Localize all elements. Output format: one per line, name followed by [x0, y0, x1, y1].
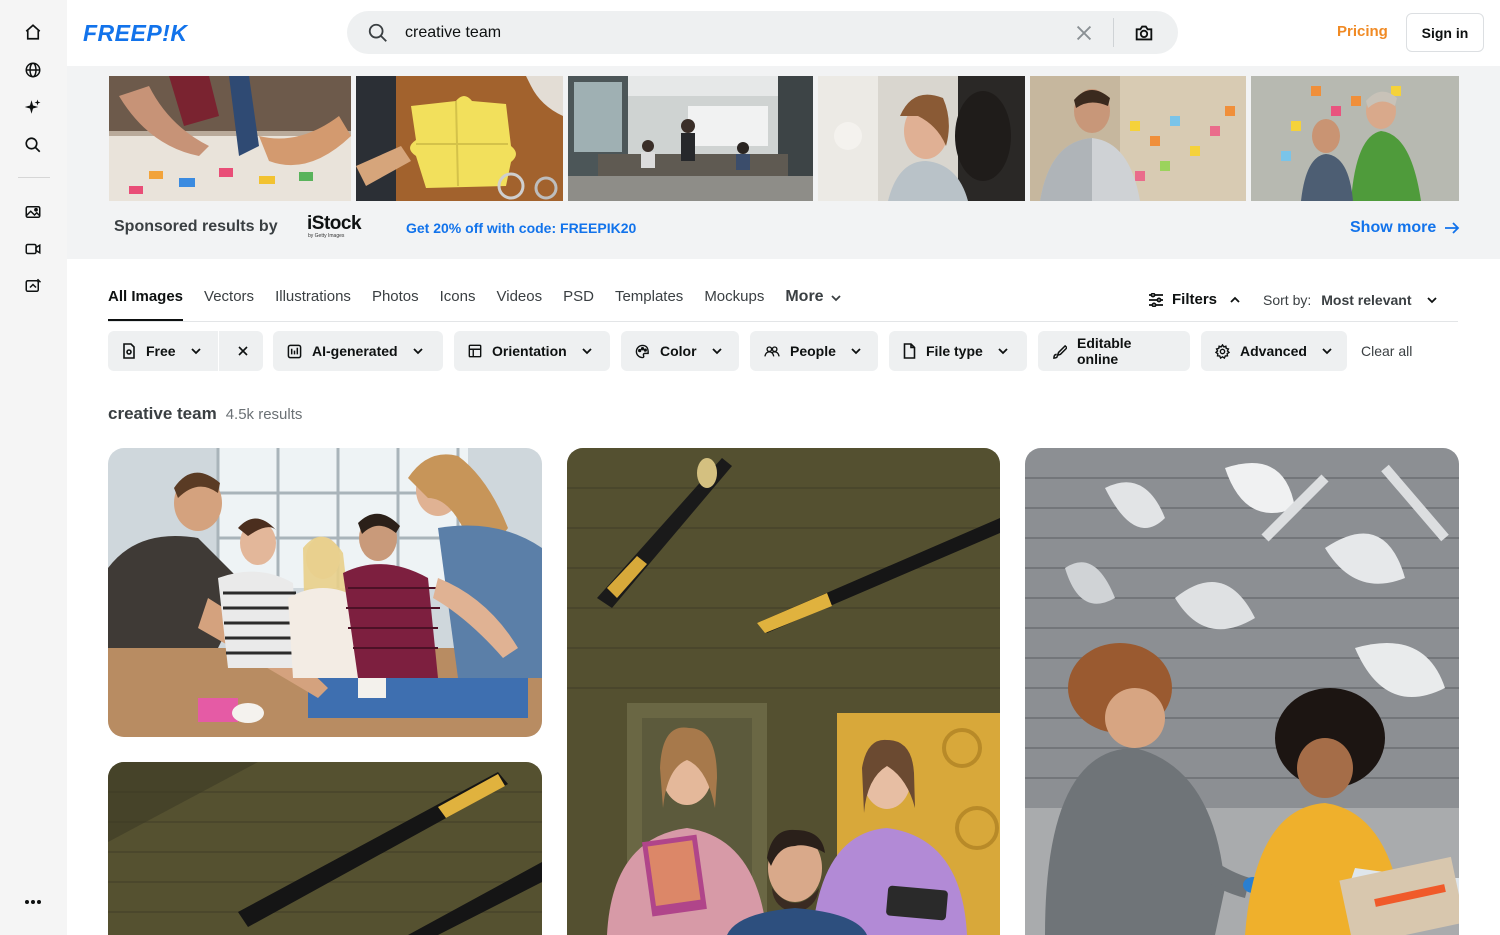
- search-separator: [1113, 18, 1114, 47]
- tabs-divider: [108, 321, 1458, 322]
- people-filter-label: People: [790, 343, 836, 359]
- orientation-filter-chip[interactable]: Orientation: [454, 331, 610, 371]
- pricing-link[interactable]: Pricing: [1337, 23, 1388, 40]
- search-icon[interactable]: [20, 132, 46, 158]
- more-icon[interactable]: [20, 889, 46, 915]
- file-type-filter-label: File type: [926, 343, 983, 359]
- camera-icon[interactable]: [1133, 22, 1155, 44]
- close-icon[interactable]: [237, 345, 249, 357]
- search-icon: [368, 23, 387, 42]
- tab-mockups[interactable]: Mockups: [704, 288, 764, 321]
- arrow-right-icon: [1445, 222, 1460, 234]
- chevron-down-icon: [412, 348, 423, 355]
- asset-type-tabs: All Images Vectors Illustrations Photos …: [108, 288, 863, 322]
- istock-logo[interactable]: iStock by Getty Images: [307, 214, 369, 242]
- tab-illustrations[interactable]: Illustrations: [275, 288, 351, 321]
- sponsored-image[interactable]: [818, 76, 1025, 201]
- search-bar: [347, 11, 1178, 54]
- tab-all-images[interactable]: All Images: [108, 288, 184, 321]
- result-image-card[interactable]: [108, 762, 542, 935]
- tab-templates[interactable]: Templates: [615, 288, 683, 321]
- chevron-up-icon: [1230, 296, 1240, 303]
- gear-icon: [1215, 343, 1230, 359]
- file-type-filter-chip[interactable]: File type: [889, 331, 1027, 371]
- results-count: 4.5k results: [225, 406, 303, 423]
- result-image-card[interactable]: [567, 448, 1000, 935]
- sign-in-button[interactable]: Sign in: [1406, 13, 1484, 52]
- sliders-icon: [1149, 292, 1163, 307]
- free-filter-label: Free: [146, 343, 176, 359]
- color-filter-chip[interactable]: Color: [621, 331, 739, 371]
- editable-online-filter-chip[interactable]: Editable online: [1038, 331, 1190, 371]
- sort-label: Sort by:: [1263, 292, 1312, 308]
- chip-separator: [217, 331, 219, 371]
- sponsored-image[interactable]: [1030, 76, 1246, 201]
- video-icon[interactable]: [20, 236, 46, 262]
- edit-image-icon[interactable]: [20, 273, 46, 299]
- tab-photos[interactable]: Photos: [372, 288, 419, 321]
- sponsored-section: Sponsored results by iStock by Getty Ima…: [67, 66, 1500, 259]
- clear-search-icon[interactable]: [1073, 22, 1095, 44]
- logo-text: FREEP!K: [83, 19, 188, 46]
- sort-dropdown[interactable]: Most relevant: [1321, 292, 1437, 308]
- tab-videos[interactable]: Videos: [497, 288, 543, 321]
- advanced-filter-chip[interactable]: Advanced: [1201, 331, 1347, 371]
- sponsored-image[interactable]: [109, 76, 351, 201]
- result-image-card[interactable]: [1025, 448, 1459, 935]
- license-icon: [123, 343, 135, 359]
- sponsored-image[interactable]: [568, 76, 813, 201]
- free-filter-chip[interactable]: Free: [108, 331, 263, 371]
- rail-divider: [18, 177, 50, 178]
- chevron-down-icon: [998, 348, 1008, 355]
- ai-icon: [287, 344, 302, 358]
- home-icon[interactable]: [20, 19, 46, 45]
- palette-icon: [635, 344, 649, 358]
- people-icon: [764, 346, 780, 357]
- header: FREEP!K Pricing Sign in: [67, 0, 1500, 66]
- chevron-down-icon: [582, 348, 592, 355]
- file-icon: [903, 343, 916, 359]
- orientation-filter-label: Orientation: [492, 343, 567, 359]
- left-rail: [0, 0, 67, 935]
- globe-icon[interactable]: [20, 57, 46, 83]
- chevron-down-icon: [1322, 348, 1332, 355]
- results-query: creative team: [108, 404, 217, 423]
- tab-psd[interactable]: PSD: [563, 288, 594, 321]
- sort-value: Most relevant: [1321, 292, 1412, 308]
- tab-icons[interactable]: Icons: [440, 288, 476, 321]
- freepik-logo[interactable]: FREEP!K: [83, 20, 187, 46]
- advanced-filter-label: Advanced: [1240, 343, 1307, 359]
- sort-by: Sort by: Most relevant: [1263, 292, 1438, 308]
- ai-generated-filter-chip[interactable]: AI-generated: [273, 331, 443, 371]
- color-filter-label: Color: [660, 343, 697, 359]
- tab-vectors[interactable]: Vectors: [204, 288, 254, 321]
- ai-filter-label: AI-generated: [312, 343, 398, 359]
- sponsored-image[interactable]: [1251, 76, 1459, 201]
- sponsored-label: Sponsored results by: [114, 218, 278, 235]
- tab-more[interactable]: More: [785, 288, 841, 321]
- clear-all-button[interactable]: Clear all: [1361, 343, 1412, 359]
- sparkles-icon[interactable]: [20, 94, 46, 120]
- filters-toggle[interactable]: Filters: [1148, 291, 1241, 308]
- sponsored-image[interactable]: [356, 76, 563, 201]
- editable-online-filter-label: Editable online: [1077, 335, 1132, 367]
- filters-label: Filters: [1172, 291, 1218, 308]
- promo-link[interactable]: Get 20% off with code: FREEPIK20: [406, 220, 636, 236]
- chevron-down-icon: [830, 295, 841, 302]
- show-more-link[interactable]: Show more: [1350, 219, 1460, 237]
- result-image-card[interactable]: [108, 448, 542, 737]
- chevron-down-icon: [1426, 297, 1437, 304]
- search-input[interactable]: [405, 19, 1045, 46]
- chevron-down-icon: [190, 348, 201, 355]
- show-more-label: Show more: [1350, 219, 1437, 236]
- image-icon[interactable]: [20, 199, 46, 225]
- brush-icon: [1053, 344, 1067, 359]
- orientation-icon: [468, 344, 482, 358]
- chevron-down-icon: [851, 348, 861, 355]
- tab-more-label: More: [785, 288, 824, 305]
- results-header: creative team 4.5k results: [108, 404, 302, 424]
- people-filter-chip[interactable]: People: [750, 331, 878, 371]
- chevron-down-icon: [711, 348, 722, 355]
